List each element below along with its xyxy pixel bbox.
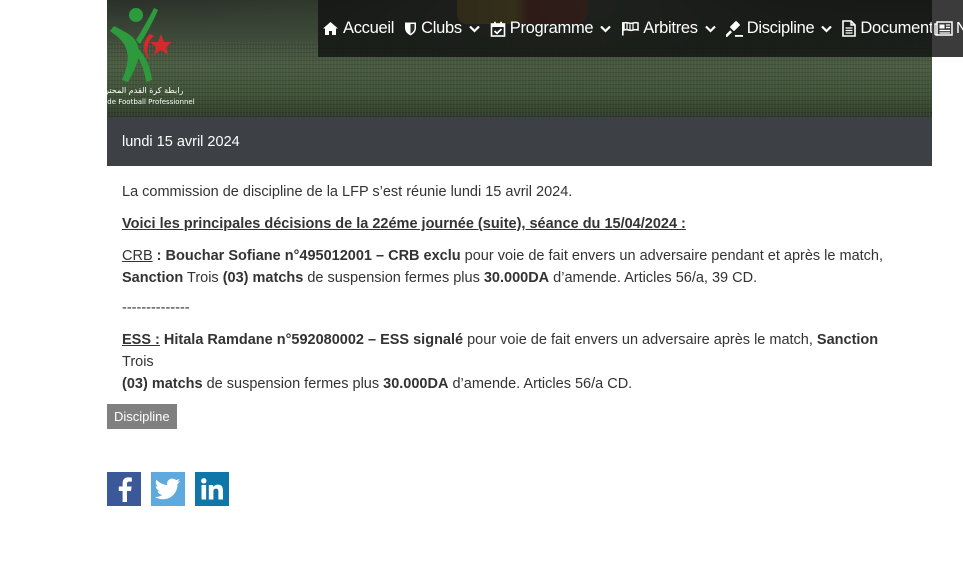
calendar-check-icon	[490, 21, 506, 37]
decision-subject: Bouchar Sofiane n°495012001 – CRB exclu	[165, 248, 461, 264]
nav-label-documents: Documents	[860, 19, 942, 37]
article-date: lundi 15 avril 2024	[122, 133, 240, 150]
decision-club: ESS :	[122, 332, 160, 348]
share-facebook-button[interactable]	[107, 472, 141, 506]
share-twitter-button[interactable]	[151, 472, 185, 506]
decision-fine: 30.000DA	[383, 376, 449, 392]
decision-articles: d’amende. Articles 56/a, 39 CD.	[549, 270, 758, 286]
date-bar: lundi 15 avril 2024	[107, 117, 932, 166]
shield-icon	[404, 21, 417, 36]
decision-subject: Hitala Ramdane n°592080002 – ESS signalé	[159, 332, 464, 348]
article-intro: La commission de discipline de la LFP s’…	[122, 184, 573, 200]
decision-sanction-count-text: Trois	[122, 354, 154, 370]
decision-colon: :	[152, 248, 166, 264]
nav-item-clubs[interactable]: Clubs	[404, 0, 480, 57]
nav-item-arbitres[interactable]: Arbitres	[621, 0, 716, 57]
facebook-icon	[114, 476, 134, 502]
decision-sanction-count-text: Trois	[183, 270, 223, 286]
article-heading: Voici les principales décisions de la 22…	[122, 216, 686, 232]
linkedin-icon	[200, 477, 224, 501]
share-linkedin-button[interactable]	[195, 472, 229, 506]
home-icon	[322, 21, 339, 36]
nav-item-accueil[interactable]: Accueil	[322, 0, 394, 57]
twitter-icon	[155, 478, 181, 500]
decision-separator: --------------	[122, 300, 190, 316]
document-icon	[842, 20, 857, 37]
newspaper-icon	[934, 21, 953, 36]
decision-club: CRB	[122, 248, 153, 264]
chevron-down-icon	[469, 25, 480, 33]
decision-sanction-count: (03) matchs	[122, 376, 203, 392]
decision-articles: d’amende. Articles 56/a CD.	[448, 376, 633, 392]
site-logo[interactable]: رابطة كرة القدم المحترف Ligue de Footbal…	[86, 4, 195, 108]
nav-label-discipline: Discipline	[746, 19, 815, 37]
nav-item-programme[interactable]: Programme	[490, 0, 612, 57]
nav-item-overflow[interactable]: N	[932, 0, 963, 57]
decision-reason: pour voie de fait envers un adversaire p…	[460, 248, 884, 264]
decision-crb: CRB : Bouchar Sofiane n°495012001 – CRB …	[122, 245, 912, 289]
decision-sanction-count: (03) matchs	[222, 270, 304, 286]
chevron-down-icon	[821, 25, 833, 33]
chevron-down-icon	[600, 25, 612, 33]
nav-item-discipline[interactable]: Discipline	[725, 0, 833, 57]
main-nav: Accueil Clubs Programme Arbitres Discipl…	[318, 0, 959, 57]
category-tag-discipline[interactable]: Discipline	[107, 404, 177, 429]
decision-sanction-text: de suspension fermes plus	[303, 270, 484, 286]
decision-fine: 30.000DA	[483, 270, 550, 286]
nav-label-arbitres: Arbitres	[643, 19, 698, 37]
decision-sanction-label: Sanction	[816, 332, 879, 348]
nav-label-overflow: N	[956, 19, 963, 37]
logo-latin-text: Ligue de Football Professionnel	[86, 98, 195, 106]
lfp-emblem-icon	[110, 8, 172, 82]
decision-sanction-label: Sanction	[122, 270, 184, 286]
gavel-icon	[725, 20, 743, 37]
chevron-down-icon	[704, 25, 716, 33]
nav-label-programme: Programme	[509, 19, 594, 37]
decision-sanction-text: de suspension fermes plus	[202, 376, 384, 392]
logo-arabic-text: رابطة كرة القدم المحترف	[96, 86, 184, 95]
flag-icon	[621, 21, 640, 36]
nav-label-clubs: Clubs	[421, 19, 462, 37]
nav-label-accueil: Accueil	[343, 19, 395, 37]
decision-ess: ESS : Hitala Ramdane n°592080002 – ESS s…	[122, 329, 912, 395]
decision-reason: pour voie de fait envers un adversaire a…	[463, 332, 817, 348]
